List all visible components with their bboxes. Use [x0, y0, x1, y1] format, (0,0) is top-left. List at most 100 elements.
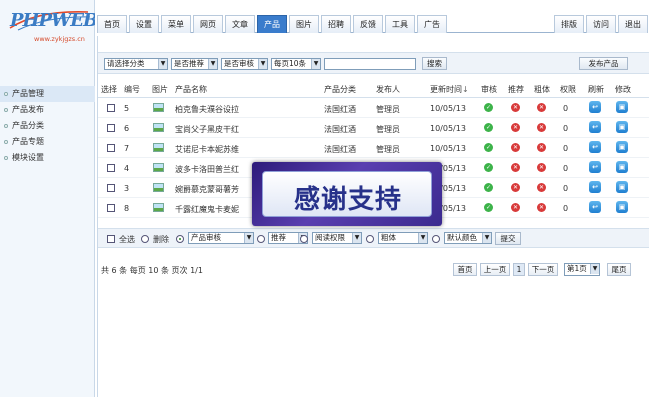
check-icon[interactable]: ✓: [484, 123, 493, 132]
cross-icon[interactable]: ✕: [511, 143, 520, 152]
cross-icon[interactable]: ✕: [511, 103, 520, 112]
search-input[interactable]: [324, 58, 416, 70]
row-date: 10/05/13: [430, 124, 466, 133]
tab-products[interactable]: 产品: [257, 15, 287, 33]
bold-radio[interactable]: [366, 235, 374, 243]
sidebar-item-module-settings[interactable]: 模块设置: [0, 150, 95, 166]
row-product-name[interactable]: 婉爵慕克蒙哥薯芳: [175, 184, 239, 195]
publish-product-button[interactable]: 发布产品: [579, 57, 628, 70]
row-product-name[interactable]: 千露红魔鬼卡麦妮: [175, 204, 239, 215]
per-page-select[interactable]: 每页10条 ▼: [271, 58, 321, 70]
permission-radio[interactable]: [300, 235, 308, 243]
tab-images[interactable]: 图片: [289, 15, 319, 33]
refresh-icon[interactable]: ↩: [589, 201, 601, 213]
edit-icon[interactable]: ▣: [616, 201, 628, 213]
check-icon[interactable]: ✓: [484, 143, 493, 152]
refresh-icon[interactable]: ↩: [589, 161, 601, 173]
edit-icon[interactable]: ▣: [616, 101, 628, 113]
row-product-name[interactable]: 波多卡洛田普兰红: [175, 164, 239, 175]
col-name[interactable]: 产品名称: [175, 84, 207, 95]
audit-select-value: 产品审核: [191, 233, 221, 242]
cross-icon[interactable]: ✕: [511, 183, 520, 192]
color-radio[interactable]: [432, 235, 440, 243]
search-button[interactable]: 搜索: [422, 57, 447, 70]
tab-settings[interactable]: 设置: [129, 15, 159, 33]
recommend-radio[interactable]: [257, 235, 265, 243]
col-updated[interactable]: 更新时间↓: [430, 84, 469, 95]
audit-radio[interactable]: [176, 235, 184, 243]
category-select[interactable]: 请选择分类 ▼: [104, 58, 168, 70]
check-icon[interactable]: ✓: [484, 103, 493, 112]
sidebar-item-product-manage[interactable]: 产品管理: [0, 86, 95, 102]
tab-visit[interactable]: 访问: [586, 15, 616, 33]
product-thumbnail-icon[interactable]: [153, 163, 164, 172]
refresh-icon[interactable]: ↩: [589, 181, 601, 193]
product-thumbnail-icon[interactable]: [153, 103, 164, 112]
pager-next-button[interactable]: 下一页: [528, 263, 558, 276]
row-checkbox[interactable]: [107, 104, 115, 112]
cross-icon[interactable]: ✕: [537, 103, 546, 112]
cross-icon[interactable]: ✕: [537, 163, 546, 172]
row-product-name[interactable]: 艾诺尼卡本妮苏维: [175, 144, 239, 155]
pager-prev-button[interactable]: 上一页: [480, 263, 510, 276]
check-icon[interactable]: ✓: [484, 183, 493, 192]
row-checkbox[interactable]: [107, 204, 115, 212]
tab-layout[interactable]: 排版: [554, 15, 584, 33]
tab-ads[interactable]: 广告: [417, 15, 447, 33]
sidebar-item-product-category[interactable]: 产品分类: [0, 118, 95, 134]
row-checkbox[interactable]: [107, 144, 115, 152]
row-checkbox[interactable]: [107, 184, 115, 192]
refresh-icon[interactable]: ↩: [589, 141, 601, 153]
product-thumbnail-icon[interactable]: [153, 123, 164, 132]
refresh-icon[interactable]: ↩: [589, 101, 601, 113]
pager-first-button[interactable]: 首页: [453, 263, 477, 276]
tab-jobs[interactable]: 招聘: [321, 15, 351, 33]
product-thumbnail-icon[interactable]: [153, 203, 164, 212]
bold-select[interactable]: 粗体 ▼: [378, 232, 428, 244]
color-select[interactable]: 默认颜色 ▼: [444, 232, 492, 244]
row-product-name[interactable]: 柏克鲁夫濮谷设拉: [175, 104, 239, 115]
sidebar-item-product-topic[interactable]: 产品专题: [0, 134, 95, 150]
edit-icon[interactable]: ▣: [616, 121, 628, 133]
col-id: 编号: [124, 85, 140, 94]
edit-icon[interactable]: ▣: [616, 141, 628, 153]
tab-home[interactable]: 首页: [97, 15, 127, 33]
sidebar-item-product-publish[interactable]: 产品发布: [0, 102, 95, 118]
tab-menu[interactable]: 菜单: [161, 15, 191, 33]
refresh-icon[interactable]: ↩: [589, 121, 601, 133]
cross-icon[interactable]: ✕: [537, 123, 546, 132]
review-select[interactable]: 是否审核 ▼: [221, 58, 268, 70]
product-thumbnail-icon[interactable]: [153, 183, 164, 192]
product-thumbnail-icon[interactable]: [153, 143, 164, 152]
cross-icon[interactable]: ✕: [511, 163, 520, 172]
row-checkbox[interactable]: [107, 164, 115, 172]
table-row: 5 柏克鲁夫濮谷设拉 法国红酒 管理员 10/05/13 ✓ ✕ ✕ 0 ↩ ▣: [98, 98, 649, 118]
cross-icon[interactable]: ✕: [511, 123, 520, 132]
bold-select-value: 粗体: [381, 233, 396, 242]
tab-articles[interactable]: 文章: [225, 15, 255, 33]
cross-icon[interactable]: ✕: [537, 183, 546, 192]
recommend-select[interactable]: 是否推荐 ▼: [171, 58, 218, 70]
row-checkbox[interactable]: [107, 124, 115, 132]
check-icon[interactable]: ✓: [484, 163, 493, 172]
delete-radio[interactable]: [141, 235, 149, 243]
tab-feedback[interactable]: 反馈: [353, 15, 383, 33]
audit-select[interactable]: 产品审核 ▼: [188, 232, 254, 244]
col-author: 发布人: [376, 85, 400, 94]
tab-pages[interactable]: 网页: [193, 15, 223, 33]
pager-current[interactable]: 1: [513, 263, 525, 276]
permission-select[interactable]: 阅读权限 ▼: [312, 232, 362, 244]
submit-button[interactable]: 提交: [495, 232, 521, 245]
page-select[interactable]: 第1页 ▼: [564, 263, 600, 276]
edit-icon[interactable]: ▣: [616, 161, 628, 173]
edit-icon[interactable]: ▣: [616, 181, 628, 193]
cross-icon[interactable]: ✕: [537, 143, 546, 152]
cross-icon[interactable]: ✕: [511, 203, 520, 212]
pager-last-button[interactable]: 尾页: [607, 263, 631, 276]
select-all-checkbox[interactable]: [107, 235, 115, 243]
row-product-name[interactable]: 宝尚父子黑皮干红: [175, 124, 239, 135]
tab-tools[interactable]: 工具: [385, 15, 415, 33]
tab-logout[interactable]: 退出: [618, 15, 648, 33]
cross-icon[interactable]: ✕: [537, 203, 546, 212]
check-icon[interactable]: ✓: [484, 203, 493, 212]
